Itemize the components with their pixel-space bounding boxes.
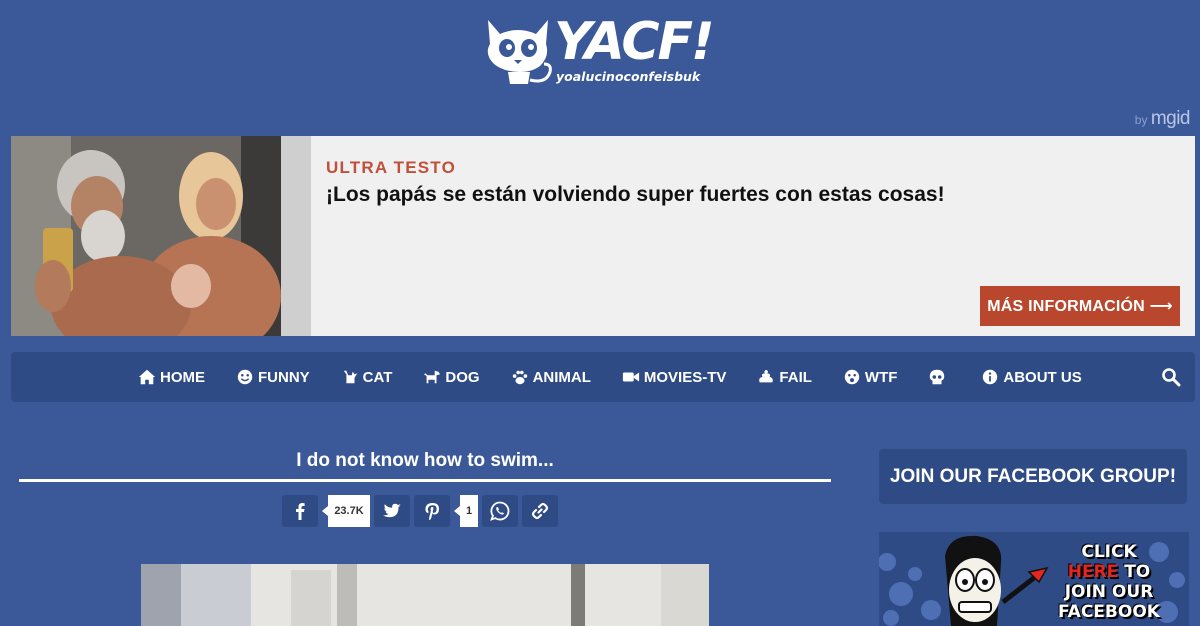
banner-line-2-rest: TO (1118, 562, 1151, 582)
main-nav: HOME FUNNY CAT DOG ANIMAL MOVIES-TV FAIL (11, 352, 1195, 402)
surprise-icon (844, 369, 860, 385)
home-icon (138, 369, 156, 385)
ad-headline[interactable]: ¡Los papás se están volviendo super fuer… (326, 183, 945, 207)
brand-name: YACF! (554, 12, 715, 72)
join-facebook-banner[interactable]: CLICK HERE TO JOIN OUR FACEBOOK (879, 532, 1189, 626)
join-facebook-group-button[interactable]: JOIN OUR FACEBOOK GROUP! (879, 449, 1187, 504)
pinterest-share-button[interactable] (414, 495, 450, 527)
site-logo[interactable]: YACF! yoalucinoconfeisbuk (480, 14, 730, 90)
smile-icon (237, 369, 253, 385)
nav-item-label: FUNNY (258, 368, 310, 386)
nav-item-fail[interactable]: FAIL (757, 352, 812, 402)
share-bar: 23.7K 1 (282, 495, 562, 527)
nav-item-label: FAIL (779, 368, 812, 386)
nav-item-label: MOVIES-TV (643, 368, 727, 386)
banner-highlight: HERE (1067, 562, 1119, 582)
nav-item-dog[interactable]: DOG (423, 352, 480, 402)
video-icon (622, 372, 639, 382)
nav-item-wtf[interactable]: WTF (843, 352, 897, 402)
whatsapp-icon (490, 501, 510, 521)
post-image[interactable] (141, 564, 709, 626)
nav-item-label: ABOUT US (1003, 368, 1082, 386)
twitter-share-button[interactable] (374, 495, 410, 527)
ad-advertiser: ULTRA TESTO (326, 158, 456, 177)
nav-item-movies-tv[interactable]: MOVIES-TV (622, 352, 727, 402)
ad-network-credit[interactable]: by mgid (1134, 108, 1191, 130)
info-icon (983, 369, 998, 385)
ad-network-name: mgid (1150, 108, 1191, 129)
nav-item-label: HOME (160, 368, 205, 386)
nav-item-label: ANIMAL (532, 368, 591, 386)
pinterest-share-count: 1 (454, 495, 478, 527)
banner-text: CLICK HERE TO JOIN OUR FACEBOOK (1039, 542, 1179, 622)
ad-byline: by (1134, 113, 1148, 127)
poop-icon (759, 369, 774, 383)
cat-logo-icon (487, 20, 552, 84)
search-icon[interactable] (1161, 367, 1181, 387)
banner-line-1: CLICK (1081, 542, 1137, 562)
paw-icon (512, 370, 527, 385)
skull-icon (930, 369, 945, 385)
brand-tagline: yoalucinoconfeisbuk (556, 69, 701, 84)
banner-line-3: JOIN OUR (1064, 582, 1154, 602)
facebook-share-button[interactable] (282, 495, 318, 527)
nav-item-label: CAT (362, 368, 393, 386)
nav-item-animal[interactable]: ANIMAL (511, 352, 591, 402)
nav-item-skull[interactable] (928, 352, 950, 402)
nav-item-funny[interactable]: FUNNY (236, 352, 310, 402)
ad-photo (11, 136, 311, 336)
pinterest-icon (425, 503, 439, 520)
title-divider (19, 479, 831, 482)
ad-banner[interactable]: ULTRA TESTO ¡Los papás se están volviend… (11, 136, 1195, 336)
whatsapp-share-button[interactable] (482, 495, 518, 527)
nav-item-label: DOG (445, 368, 480, 386)
nav-item-home[interactable]: HOME (138, 352, 205, 402)
cat-icon (343, 370, 357, 384)
facebook-icon (296, 503, 305, 520)
post-title: I do not know how to swim... (296, 450, 554, 471)
banner-line-4: FACEBOOK (1058, 602, 1160, 622)
dog-icon (424, 370, 441, 384)
nav-item-about-us[interactable]: ABOUT US (981, 352, 1082, 402)
nav-item-label: WTF (864, 368, 898, 386)
link-icon (531, 502, 549, 520)
facebook-share-count: 23.7K (322, 495, 370, 527)
nav-item-cat[interactable]: CAT (341, 352, 393, 402)
ad-cta-button[interactable]: MÁS INFORMACIÓN ⟶ (980, 286, 1180, 326)
banner-line-2: HERE TO (1039, 562, 1179, 582)
twitter-icon (383, 503, 401, 518)
copy-link-button[interactable] (522, 495, 558, 527)
